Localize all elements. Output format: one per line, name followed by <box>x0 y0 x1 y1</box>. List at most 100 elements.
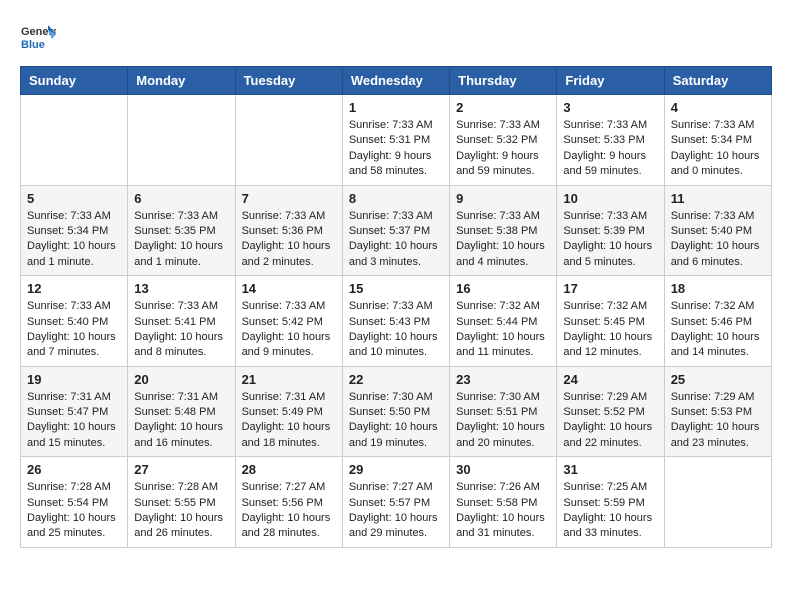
weekday-header-tuesday: Tuesday <box>235 67 342 95</box>
day-info: Sunrise: 7:29 AM Sunset: 5:53 PM Dayligh… <box>671 390 765 452</box>
day-info: Sunrise: 7:33 AM Sunset: 5:34 PM Dayligh… <box>27 209 121 271</box>
calendar-cell: 15Sunrise: 7:33 AM Sunset: 5:43 PM Dayli… <box>342 276 449 367</box>
calendar-cell: 27 Sunrise: 7:28 AM Sunset: 5:55 PM Dayli… <box>128 457 235 548</box>
calendar-cell: 24Sunrise: 7:29 AM Sunset: 5:52 PM Dayli… <box>557 366 664 457</box>
calendar-cell: 16 Sunrise: 7:32 AM Sunset: 5:44 PM Dayli… <box>450 276 557 367</box>
day-info: Sunrise: 7:33 AM Sunset: 5:36 PM Dayligh… <box>242 209 336 271</box>
day-number: 9 <box>456 191 550 206</box>
calendar-cell: 21Sunrise: 7:31 AM Sunset: 5:49 PM Dayli… <box>235 366 342 457</box>
day-number: 20 <box>134 372 228 387</box>
calendar-cell: 28 Sunrise: 7:27 AM Sunset: 5:56 PM Dayli… <box>235 457 342 548</box>
calendar-cell: 26 Sunrise: 7:28 AM Sunset: 5:54 PM Dayli… <box>21 457 128 548</box>
calendar-cell: 22 Sunrise: 7:30 AM Sunset: 5:50 PM Dayli… <box>342 366 449 457</box>
day-number: 6 <box>134 191 228 206</box>
day-info: Sunrise: 7:32 AM Sunset: 5:44 PM Dayligh… <box>456 299 550 361</box>
day-number: 7 <box>242 191 336 206</box>
day-info: Sunrise: 7:33 AM Sunset: 5:41 PM Dayligh… <box>134 299 228 361</box>
day-number: 5 <box>27 191 121 206</box>
day-info: Sunrise: 7:33 AM Sunset: 5:33 PM Dayligh… <box>563 118 657 180</box>
calendar-cell <box>664 457 771 548</box>
calendar-table: SundayMondayTuesdayWednesdayThursdayFrid… <box>20 66 772 548</box>
weekday-header-friday: Friday <box>557 67 664 95</box>
calendar-week-row: 5 Sunrise: 7:33 AM Sunset: 5:34 PM Daylig… <box>21 185 772 276</box>
day-number: 30 <box>456 462 550 477</box>
day-number: 1 <box>349 100 443 115</box>
weekday-header-thursday: Thursday <box>450 67 557 95</box>
day-number: 17 <box>563 281 657 296</box>
calendar-cell: 9 Sunrise: 7:33 AM Sunset: 5:38 PM Daylig… <box>450 185 557 276</box>
weekday-header-monday: Monday <box>128 67 235 95</box>
weekday-header-saturday: Saturday <box>664 67 771 95</box>
day-info: Sunrise: 7:27 AM Sunset: 5:57 PM Dayligh… <box>349 480 443 542</box>
calendar-cell: 30 Sunrise: 7:26 AM Sunset: 5:58 PM Dayli… <box>450 457 557 548</box>
day-number: 11 <box>671 191 765 206</box>
calendar-cell: 20Sunrise: 7:31 AM Sunset: 5:48 PM Dayli… <box>128 366 235 457</box>
day-info: Sunrise: 7:33 AM Sunset: 5:40 PM Dayligh… <box>27 299 121 361</box>
day-number: 8 <box>349 191 443 206</box>
day-info: Sunrise: 7:33 AM Sunset: 5:40 PM Dayligh… <box>671 209 765 271</box>
day-info: Sunrise: 7:33 AM Sunset: 5:35 PM Dayligh… <box>134 209 228 271</box>
day-info: Sunrise: 7:25 AM Sunset: 5:59 PM Dayligh… <box>563 480 657 542</box>
calendar-cell: 4Sunrise: 7:33 AM Sunset: 5:34 PM Daylig… <box>664 95 771 186</box>
calendar-cell: 19Sunrise: 7:31 AM Sunset: 5:47 PM Dayli… <box>21 366 128 457</box>
calendar-week-row: 1 Sunrise: 7:33 AM Sunset: 5:31 PM Daylig… <box>21 95 772 186</box>
calendar-cell: 2 Sunrise: 7:33 AM Sunset: 5:32 PM Daylig… <box>450 95 557 186</box>
calendar-cell: 10 Sunrise: 7:33 AM Sunset: 5:39 PM Dayli… <box>557 185 664 276</box>
day-number: 27 <box>134 462 228 477</box>
calendar-cell: 29 Sunrise: 7:27 AM Sunset: 5:57 PM Dayli… <box>342 457 449 548</box>
day-number: 25 <box>671 372 765 387</box>
calendar-cell <box>21 95 128 186</box>
day-info: Sunrise: 7:27 AM Sunset: 5:56 PM Dayligh… <box>242 480 336 542</box>
day-number: 22 <box>349 372 443 387</box>
day-number: 26 <box>27 462 121 477</box>
logo: General Blue <box>20 20 56 56</box>
day-number: 14 <box>242 281 336 296</box>
calendar-cell: 7 Sunrise: 7:33 AM Sunset: 5:36 PM Daylig… <box>235 185 342 276</box>
day-number: 2 <box>456 100 550 115</box>
day-info: Sunrise: 7:33 AM Sunset: 5:39 PM Dayligh… <box>563 209 657 271</box>
calendar-cell: 31 Sunrise: 7:25 AM Sunset: 5:59 PM Dayli… <box>557 457 664 548</box>
day-info: Sunrise: 7:32 AM Sunset: 5:46 PM Dayligh… <box>671 299 765 361</box>
weekday-header-wednesday: Wednesday <box>342 67 449 95</box>
logo-svg: General Blue <box>20 20 56 56</box>
calendar-week-row: 19Sunrise: 7:31 AM Sunset: 5:47 PM Dayli… <box>21 366 772 457</box>
page-header: General Blue <box>20 20 772 56</box>
day-info: Sunrise: 7:33 AM Sunset: 5:34 PM Dayligh… <box>671 118 765 180</box>
calendar-cell <box>235 95 342 186</box>
day-info: Sunrise: 7:33 AM Sunset: 5:31 PM Dayligh… <box>349 118 443 180</box>
calendar-cell: 6 Sunrise: 7:33 AM Sunset: 5:35 PM Daylig… <box>128 185 235 276</box>
day-info: Sunrise: 7:28 AM Sunset: 5:55 PM Dayligh… <box>134 480 228 542</box>
day-info: Sunrise: 7:30 AM Sunset: 5:50 PM Dayligh… <box>349 390 443 452</box>
calendar-cell: 17Sunrise: 7:32 AM Sunset: 5:45 PM Dayli… <box>557 276 664 367</box>
day-number: 19 <box>27 372 121 387</box>
calendar-cell: 5 Sunrise: 7:33 AM Sunset: 5:34 PM Daylig… <box>21 185 128 276</box>
day-info: Sunrise: 7:30 AM Sunset: 5:51 PM Dayligh… <box>456 390 550 452</box>
day-info: Sunrise: 7:33 AM Sunset: 5:37 PM Dayligh… <box>349 209 443 271</box>
day-number: 31 <box>563 462 657 477</box>
calendar-week-row: 26 Sunrise: 7:28 AM Sunset: 5:54 PM Dayli… <box>21 457 772 548</box>
day-info: Sunrise: 7:26 AM Sunset: 5:58 PM Dayligh… <box>456 480 550 542</box>
day-number: 16 <box>456 281 550 296</box>
day-number: 13 <box>134 281 228 296</box>
calendar-cell: 11 Sunrise: 7:33 AM Sunset: 5:40 PM Dayli… <box>664 185 771 276</box>
calendar-cell <box>128 95 235 186</box>
day-info: Sunrise: 7:33 AM Sunset: 5:38 PM Dayligh… <box>456 209 550 271</box>
calendar-cell: 18 Sunrise: 7:32 AM Sunset: 5:46 PM Dayli… <box>664 276 771 367</box>
day-number: 18 <box>671 281 765 296</box>
calendar-header-row: SundayMondayTuesdayWednesdayThursdayFrid… <box>21 67 772 95</box>
day-info: Sunrise: 7:33 AM Sunset: 5:42 PM Dayligh… <box>242 299 336 361</box>
calendar-cell: 13 Sunrise: 7:33 AM Sunset: 5:41 PM Dayli… <box>128 276 235 367</box>
calendar-cell: 12 Sunrise: 7:33 AM Sunset: 5:40 PM Dayli… <box>21 276 128 367</box>
day-info: Sunrise: 7:33 AM Sunset: 5:32 PM Dayligh… <box>456 118 550 180</box>
day-info: Sunrise: 7:33 AM Sunset: 5:43 PM Dayligh… <box>349 299 443 361</box>
calendar-cell: 14 Sunrise: 7:33 AM Sunset: 5:42 PM Dayli… <box>235 276 342 367</box>
day-number: 21 <box>242 372 336 387</box>
day-number: 10 <box>563 191 657 206</box>
day-number: 24 <box>563 372 657 387</box>
day-number: 28 <box>242 462 336 477</box>
day-info: Sunrise: 7:28 AM Sunset: 5:54 PM Dayligh… <box>27 480 121 542</box>
calendar-cell: 25 Sunrise: 7:29 AM Sunset: 5:53 PM Dayli… <box>664 366 771 457</box>
svg-text:Blue: Blue <box>21 39 45 51</box>
day-number: 29 <box>349 462 443 477</box>
day-number: 12 <box>27 281 121 296</box>
